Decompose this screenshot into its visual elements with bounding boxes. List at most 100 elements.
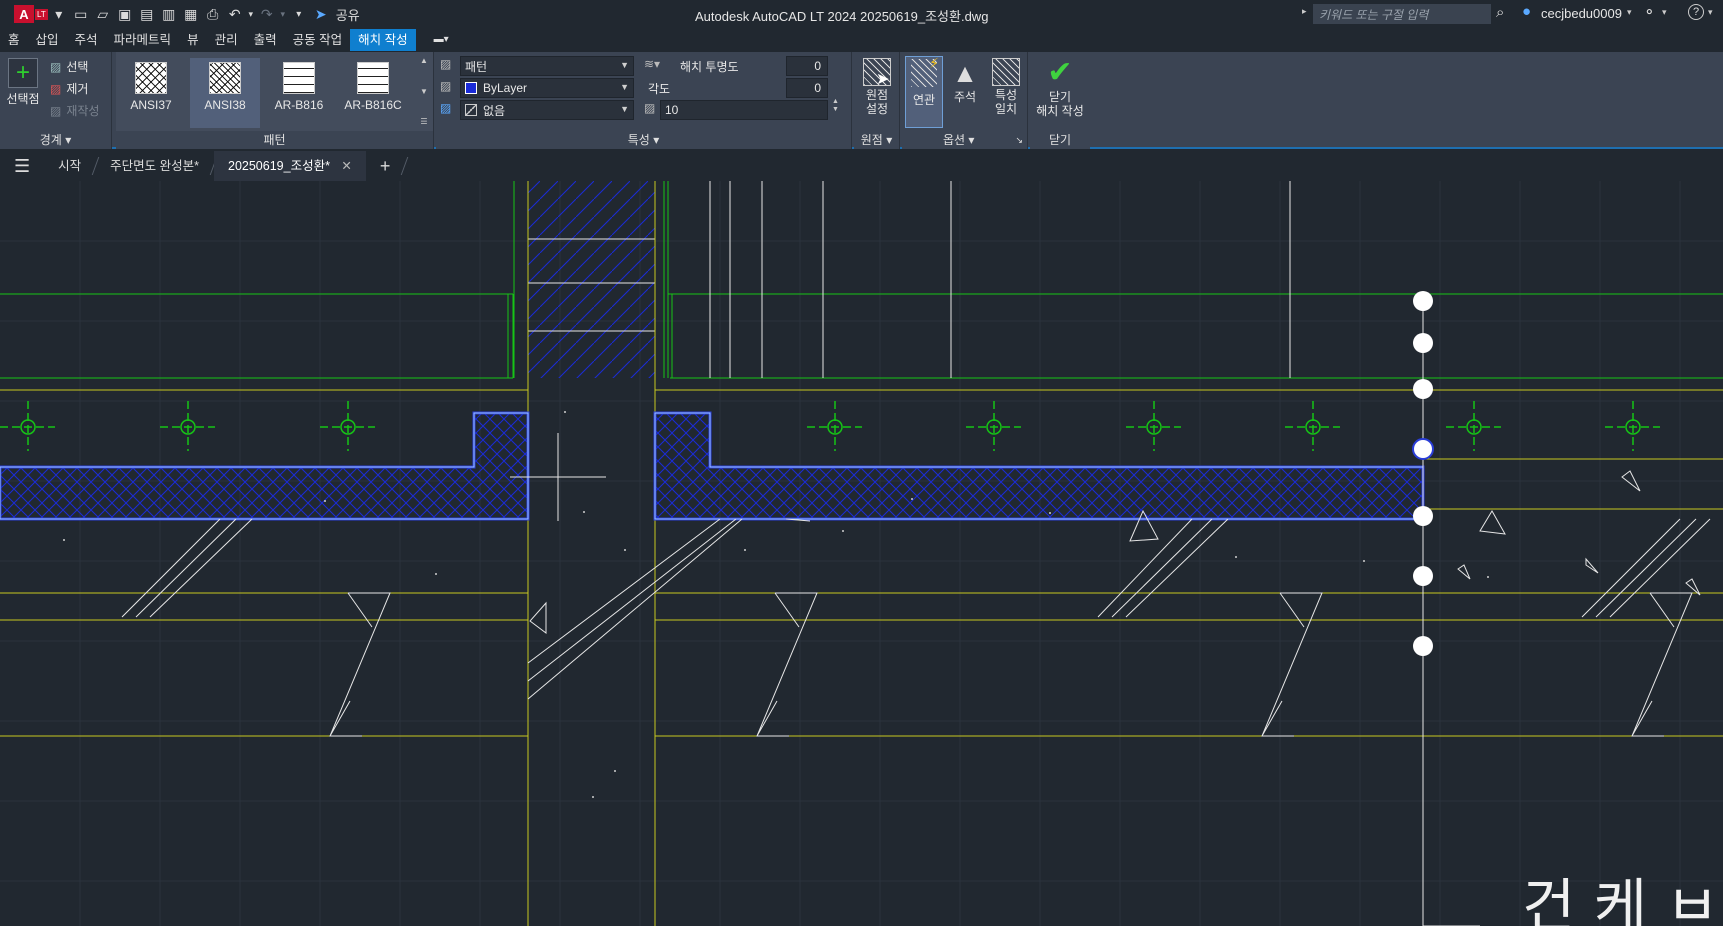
column-center-markers: [0, 401, 1660, 451]
gallery-expand-icon[interactable]: ☰: [420, 117, 427, 126]
publish-icon[interactable]: ▦: [180, 3, 202, 25]
select-objects-icon: ▨: [50, 59, 62, 74]
select-label: 선택: [66, 60, 89, 74]
close-hatch-creation-button[interactable]: ✔ 닫기 해치 작성: [1032, 56, 1088, 118]
user-dropdown-icon[interactable]: ▾: [1627, 7, 1632, 18]
yellow-lines: [0, 181, 1723, 926]
white-vertical-lines: [709, 181, 1291, 378]
app-menu-chevron-icon[interactable]: ▾: [48, 3, 70, 25]
save-icon[interactable]: ▣: [114, 3, 136, 25]
pattern-ar-b816c[interactable]: AR-B816C: [338, 62, 408, 112]
hatch-beam-right[interactable]: [653, 411, 1425, 521]
tab-file-2[interactable]: 20250619_조성환* ✕: [214, 151, 366, 181]
pattern-ansi38[interactable]: ANSI38: [190, 58, 260, 128]
tab-manage[interactable]: 관리: [207, 29, 246, 51]
tab-output[interactable]: 출력: [246, 29, 285, 51]
pattern-panel-label: 패턴: [116, 131, 433, 149]
file-tab-bar: ☰ 시작 주단면도 완성본* 20250619_조성환* ✕ +: [0, 151, 1723, 181]
hatch-type-select[interactable]: 패턴 ▼: [460, 56, 634, 76]
scale-icon: ▨: [644, 101, 656, 115]
tab-parametric[interactable]: 파라메트릭: [106, 29, 180, 51]
grip-point[interactable]: [1413, 506, 1433, 526]
properties-panel-label[interactable]: 특성 ▾: [436, 131, 851, 149]
pattern-ar-b816[interactable]: AR-B816: [264, 62, 334, 112]
tab-hatch-creation[interactable]: 해치 작성: [350, 29, 416, 51]
ribbon-display-toggle-icon[interactable]: ▬▾: [426, 29, 457, 51]
tab-annotate[interactable]: 주석: [67, 29, 106, 51]
grip-point[interactable]: [1413, 291, 1433, 311]
tab-start[interactable]: 시작: [44, 151, 95, 181]
new-file-icon[interactable]: ▭: [70, 3, 92, 25]
hatch-beam-left[interactable]: [0, 411, 530, 521]
origin-panel-label[interactable]: 원점 ▾: [854, 131, 899, 149]
scroll-down-icon[interactable]: ▼: [420, 87, 428, 96]
cad-drawing[interactable]: 건 케 ㅂ: [0, 181, 1723, 926]
grip-point[interactable]: [1413, 333, 1433, 353]
pattern-label: ANSI37: [130, 98, 172, 112]
redo-dropdown-icon[interactable]: ▾: [278, 3, 288, 25]
search-input[interactable]: 키워드 또는 구절 입력: [1313, 4, 1491, 24]
customize-quick-access-icon[interactable]: ▾: [288, 3, 310, 25]
options-panel-label[interactable]: 옵션 ▾ ↘: [902, 131, 1027, 149]
background-color-icon: ▨: [440, 101, 452, 115]
pattern-panel: ANSI37 ANSI38 AR-B816 AR-B816C ▲ ▼ ☰ 패턴: [116, 52, 434, 149]
grip-point-active[interactable]: [1412, 438, 1434, 460]
recreate-button[interactable]: ▨ 재작성: [50, 102, 99, 119]
undo-dropdown-icon[interactable]: ▾: [246, 3, 256, 25]
ar-b816c-swatch-icon: [357, 62, 389, 94]
save-as-icon[interactable]: ▤: [136, 3, 158, 25]
close-tab-icon[interactable]: ✕: [341, 159, 351, 173]
autocad-logo-icon[interactable]: A: [14, 5, 34, 23]
app-dropdown-icon[interactable]: ▾: [1662, 7, 1667, 18]
pattern-gallery-scroll[interactable]: ▲ ▼ ☰: [418, 56, 430, 126]
drawing-label-text[interactable]: 건 케 ㅂ: [1522, 872, 1719, 926]
match-properties-button[interactable]: 특성 일치: [986, 58, 1026, 116]
autodesk-app-icon[interactable]: ⚬: [1643, 3, 1656, 21]
transparency-input[interactable]: 0: [786, 56, 828, 76]
export-icon[interactable]: ▥: [158, 3, 180, 25]
tab-file-1[interactable]: 주단면도 완성본*: [96, 151, 213, 181]
scale-input[interactable]: 10: [660, 100, 828, 120]
scroll-up-icon[interactable]: ▲: [420, 56, 428, 65]
user-account[interactable]: cecjbedu0009: [1541, 6, 1622, 21]
search-icon[interactable]: ⌕: [1496, 4, 1504, 21]
search-expand-icon[interactable]: ▸: [1302, 6, 1307, 17]
close-panel-label: 닫기: [1030, 131, 1090, 149]
remove-button[interactable]: ▨ 제거: [50, 80, 88, 97]
pick-point-button[interactable]: + 선택점: [4, 58, 42, 107]
associative-button[interactable]: ⚡ 연관: [905, 55, 943, 128]
user-icon[interactable]: ●: [1522, 3, 1531, 20]
share-icon[interactable]: ➤: [310, 3, 332, 25]
pattern-ansi37[interactable]: ANSI37: [116, 62, 186, 112]
open-folder-icon[interactable]: ▱: [92, 3, 114, 25]
selection-grips[interactable]: [1412, 291, 1480, 926]
menu-icon[interactable]: ☰: [0, 151, 44, 181]
grip-point[interactable]: [1413, 566, 1433, 586]
new-tab-icon[interactable]: +: [366, 151, 405, 181]
help-icon[interactable]: ?: [1688, 4, 1704, 20]
redo-icon[interactable]: ↷: [256, 3, 278, 25]
drawing-canvas[interactable]: 건 케 ㅂ ➤: [0, 71, 1723, 926]
background-color-select[interactable]: 없음 ▼: [460, 100, 634, 120]
annotative-label: 주석: [953, 90, 977, 104]
select-button[interactable]: ▨ 선택: [50, 58, 88, 75]
column-hatch[interactable]: [528, 181, 655, 378]
share-button[interactable]: 공유: [336, 5, 360, 24]
tab-file-2-label: 20250619_조성환*: [228, 159, 330, 173]
hatch-color-select[interactable]: ByLayer ▼: [460, 78, 634, 98]
angle-input[interactable]: 0: [786, 78, 828, 98]
boundary-panel-label[interactable]: 경계 ▾: [0, 131, 111, 149]
tab-view[interactable]: 뷰: [179, 29, 207, 51]
scale-spinner-icon[interactable]: ▲ ▼: [832, 98, 839, 114]
set-origin-label: 원점 설정: [865, 88, 889, 116]
grip-point[interactable]: [1413, 636, 1433, 656]
plot-icon[interactable]: ⎙: [202, 3, 224, 25]
tab-home[interactable]: 홈: [0, 29, 28, 51]
transparency-icon[interactable]: ≋▾: [644, 57, 660, 71]
tab-collaborate[interactable]: 공동 작업: [285, 29, 350, 51]
help-dropdown-icon[interactable]: ▾: [1708, 7, 1713, 18]
annotative-button[interactable]: ▲ 주석: [946, 58, 984, 105]
tab-insert[interactable]: 삽입: [28, 29, 67, 51]
grip-point[interactable]: [1413, 379, 1433, 399]
undo-icon[interactable]: ↶: [224, 3, 246, 25]
